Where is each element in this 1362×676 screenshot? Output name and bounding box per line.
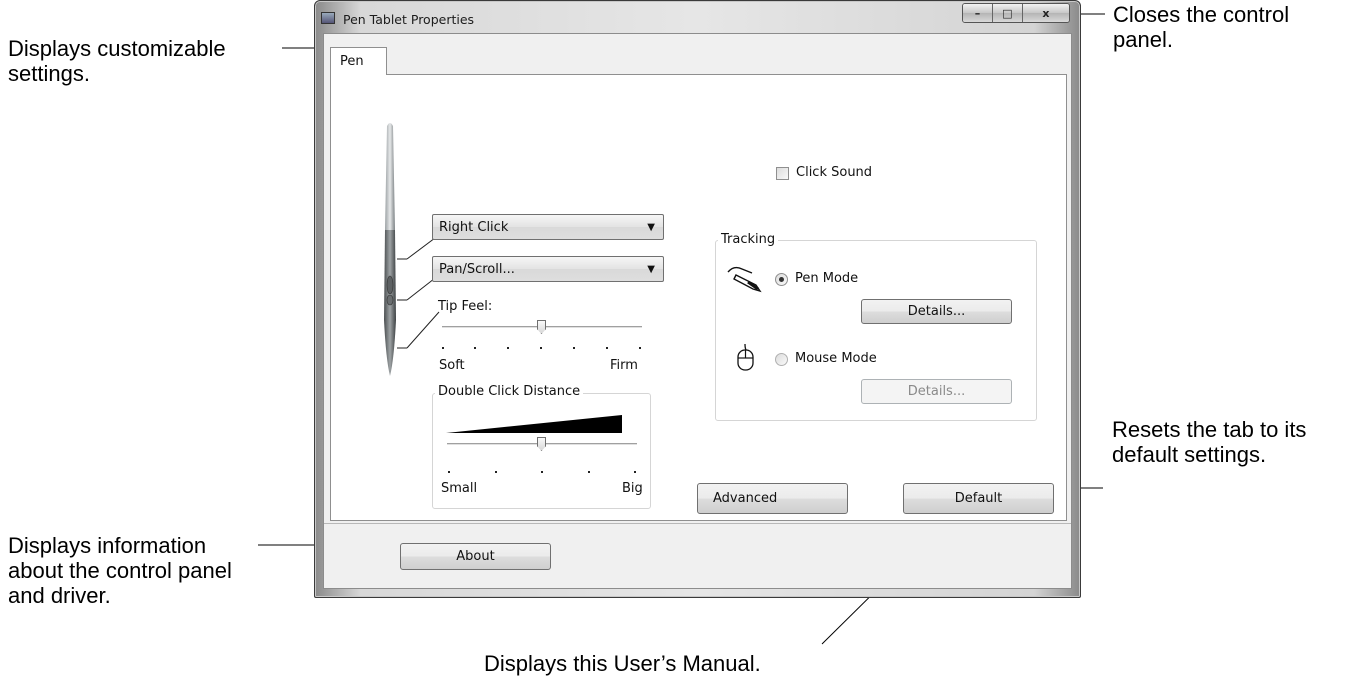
tip-feel-slider-thumb[interactable] <box>537 320 546 334</box>
callout-tab: Displays customizable settings. <box>8 36 226 86</box>
distance-ramp-icon <box>446 415 622 433</box>
pen-mode-label: Pen Mode <box>795 271 859 286</box>
lower-button-dropdown[interactable]: Pan/Scroll... ▼ <box>432 256 664 282</box>
double-click-distance-label: Double Click Distance <box>435 384 584 399</box>
pen-mode-radio[interactable] <box>775 273 788 286</box>
slider-tick <box>639 347 641 349</box>
distance-big-label: Big <box>622 481 643 496</box>
slider-tick <box>606 347 608 349</box>
callout-close: Closes the control panel. <box>1113 2 1290 52</box>
close-button[interactable]: x <box>1022 4 1069 22</box>
callout-default: Resets the tab to its default settings. <box>1112 417 1307 467</box>
lower-button-value: Pan/Scroll... <box>439 262 515 277</box>
distance-small-label: Small <box>441 481 478 496</box>
slider-tick <box>442 347 444 349</box>
footer-separator <box>324 523 1071 524</box>
callout-about: Displays information about the control p… <box>8 533 232 608</box>
slider-tick <box>474 347 476 349</box>
advanced-button[interactable]: Advanced <box>697 483 848 514</box>
pen-tablet-properties-window: Pen Tablet Properties – □ x Pen Right Cl… <box>314 0 1081 598</box>
mouse-mode-icon <box>737 344 754 371</box>
slider-tick <box>541 471 543 473</box>
minimize-button[interactable]: – <box>963 4 993 22</box>
callout-manual: Displays this User’s Manual. <box>484 651 761 676</box>
app-icon <box>321 12 335 24</box>
tab-panel-pen: Right Click ▼ Pan/Scroll... ▼ Tip Feel: … <box>330 74 1067 521</box>
about-button[interactable]: About <box>400 543 551 570</box>
caption-buttons: – □ x <box>962 3 1070 23</box>
mouse-mode-label: Mouse Mode <box>795 351 877 366</box>
slider-tick <box>448 471 450 473</box>
window-title: Pen Tablet Properties <box>343 12 475 27</box>
slider-tick <box>588 471 590 473</box>
pen-illustration <box>384 123 396 376</box>
pen-mode-details-button[interactable]: Details... <box>861 299 1012 324</box>
mouse-mode-details-button[interactable]: Details... <box>861 379 1012 404</box>
upper-button-value: Right Click <box>439 220 509 235</box>
tab-pen[interactable]: Pen <box>330 47 387 75</box>
upper-button-dropdown[interactable]: Right Click ▼ <box>432 214 664 240</box>
tip-feel-soft-label: Soft <box>439 358 465 373</box>
click-sound-checkbox[interactable] <box>776 167 789 180</box>
slider-tick <box>634 471 636 473</box>
slider-tick <box>495 471 497 473</box>
tip-feel-label: Tip Feel: <box>438 299 493 314</box>
title-bar[interactable]: Pen Tablet Properties – □ x <box>315 1 1080 33</box>
mouse-mode-radio[interactable] <box>775 353 788 366</box>
window-client-area: Pen Right Click ▼ Pan/Scroll... ▼ Tip Fe… <box>323 33 1072 589</box>
default-button[interactable]: Default <box>903 483 1054 514</box>
slider-tick <box>540 347 542 349</box>
click-sound-label: Click Sound <box>796 165 873 180</box>
pen-mode-icon <box>727 266 762 293</box>
tracking-label: Tracking <box>718 232 779 247</box>
tip-leader-line <box>397 311 440 349</box>
slider-tick <box>507 347 509 349</box>
tip-feel-firm-label: Firm <box>610 358 638 373</box>
dropdown-arrow-icon: ▼ <box>647 264 655 275</box>
dropdown-arrow-icon: ▼ <box>647 222 655 233</box>
slider-tick <box>573 347 575 349</box>
maximize-button[interactable]: □ <box>992 4 1023 22</box>
